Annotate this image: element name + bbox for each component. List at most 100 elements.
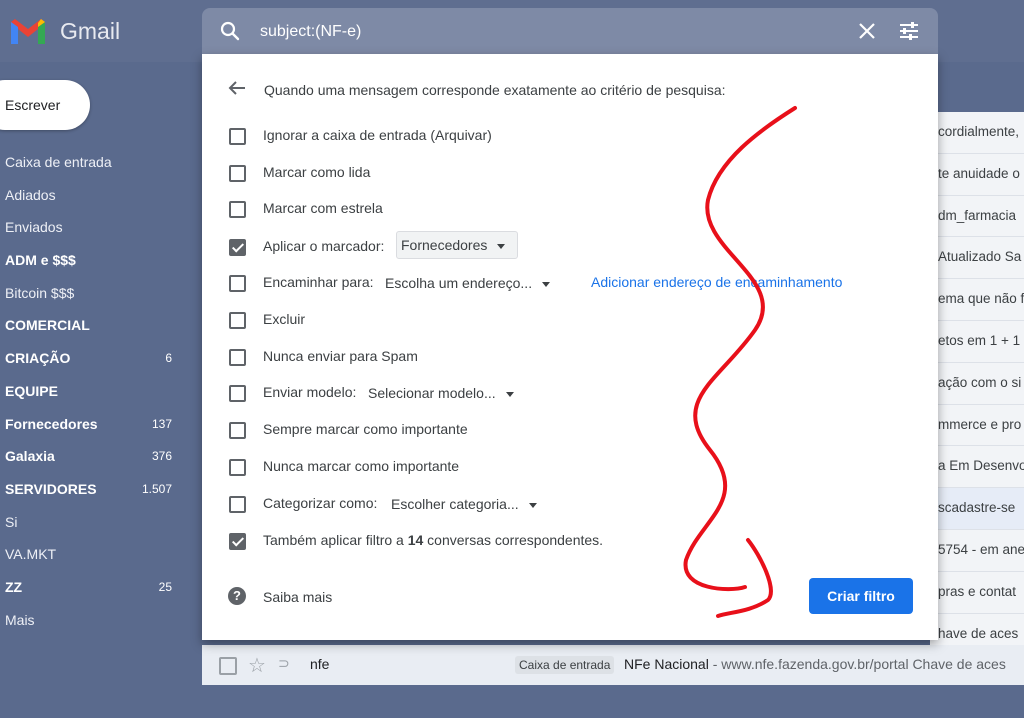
table-row[interactable]: cordialmente, bbox=[930, 112, 1024, 154]
sidebar-item[interactable]: VA.MKT bbox=[0, 538, 190, 571]
row-subject: NFe Nacional - www.nfe.fazenda.gov.br/po… bbox=[624, 656, 1006, 672]
sidebar-item[interactable]: ADM e $$$ bbox=[0, 244, 190, 277]
sidebar-item[interactable]: Bitcoin $$$ bbox=[0, 277, 190, 310]
table-row[interactable]: ema que não f bbox=[930, 279, 1024, 321]
create-filter-button[interactable]: Criar filtro bbox=[809, 578, 913, 614]
sidebar-item-label: Mais bbox=[5, 611, 35, 628]
row-label-badge[interactable]: Caixa de entrada bbox=[515, 656, 615, 674]
sidebar-item[interactable]: Mais bbox=[0, 604, 190, 637]
checkbox-never-important[interactable] bbox=[229, 459, 246, 476]
sidebar-item[interactable]: COMERCIAL bbox=[0, 309, 190, 342]
close-icon[interactable] bbox=[856, 20, 878, 42]
table-row[interactable]: ☆ ⊃ nfe Caixa de entrada NFe Nacional - … bbox=[202, 645, 1024, 685]
dropdown-arrow-icon bbox=[497, 243, 506, 249]
sidebar-item[interactable]: Si bbox=[0, 506, 190, 539]
row-snippet: - www.nfe.fazenda.gov.br/portal Chave de… bbox=[708, 656, 1006, 672]
option-archive-label: Ignorar a caixa de entrada (Arquivar) bbox=[263, 127, 492, 143]
sidebar-item[interactable]: EQUIPE bbox=[0, 375, 190, 408]
learn-more-link[interactable]: Saiba mais bbox=[263, 589, 332, 605]
star-icon[interactable]: ☆ bbox=[248, 653, 266, 678]
mail-list-background: cordialmente, te anuidade o dm_farmacia Atu… bbox=[930, 112, 1024, 652]
sidebar-item[interactable]: ZZ 25 bbox=[0, 571, 190, 604]
checkbox-archive[interactable] bbox=[229, 128, 246, 145]
checkbox-never-spam[interactable] bbox=[229, 349, 246, 366]
option-star-label: Marcar com estrela bbox=[263, 200, 383, 216]
filter-dialog: Quando uma mensagem corresponde exatamen… bbox=[202, 54, 938, 640]
sidebar-item[interactable]: Enviados bbox=[0, 211, 190, 244]
table-row[interactable]: 5754 - em ane bbox=[930, 530, 1024, 572]
sidebar-item-count: 1.507 bbox=[141, 481, 172, 496]
sidebar-item-label: Fornecedores bbox=[5, 415, 98, 432]
sidebar-item-label: EQUIPE bbox=[5, 382, 58, 399]
table-row[interactable]: dm_farmacia bbox=[930, 196, 1024, 238]
category-select-value: Escolher categoria... bbox=[391, 496, 519, 512]
template-select[interactable]: Selecionar modelo... bbox=[368, 382, 514, 404]
sidebar-item-label: CRIAÇÃO bbox=[5, 350, 71, 367]
sidebar-item[interactable]: Fornecedores 137 bbox=[0, 408, 190, 441]
checkbox-categorize[interactable] bbox=[229, 496, 246, 513]
gmail-logo-icon[interactable] bbox=[8, 14, 48, 48]
sidebar-item-count: 6 bbox=[165, 351, 172, 366]
option-also-apply-label: Também aplicar filtro a 14 conversas cor… bbox=[263, 532, 603, 548]
option-categorize-label: Categorizar como: bbox=[263, 495, 378, 511]
checkbox-star[interactable] bbox=[229, 201, 246, 218]
option-mark-read-label: Marcar como lida bbox=[263, 164, 371, 180]
filter-header-text: Quando uma mensagem corresponde exatamen… bbox=[264, 82, 726, 98]
sidebar-item-label: Enviados bbox=[5, 219, 63, 236]
sidebar-item-label: Adiados bbox=[5, 186, 56, 203]
dropdown-arrow-icon bbox=[505, 391, 514, 397]
option-send-template-label: Enviar modelo: bbox=[263, 384, 357, 400]
option-forward-label: Encaminhar para: bbox=[263, 274, 374, 290]
sidebar-item-count: 137 bbox=[151, 416, 172, 431]
sidebar-item-label: ZZ bbox=[5, 578, 23, 595]
table-row[interactable]: a Em Desenvo bbox=[930, 446, 1024, 489]
search-bar bbox=[202, 8, 938, 54]
table-row[interactable]: ação com o si bbox=[930, 363, 1024, 405]
sidebar-item-count: 25 bbox=[158, 579, 172, 594]
sidebar-item-label: Galaxia bbox=[5, 448, 55, 465]
checkbox-also-apply[interactable] bbox=[229, 533, 246, 550]
also-apply-prefix: Também aplicar filtro a bbox=[263, 532, 408, 548]
tune-icon[interactable] bbox=[898, 20, 920, 42]
row-checkbox[interactable] bbox=[219, 657, 237, 675]
arrow-back-icon[interactable] bbox=[228, 80, 246, 96]
sidebar-item-label: VA.MKT bbox=[5, 546, 57, 563]
importance-marker-icon[interactable]: ⊃ bbox=[278, 655, 290, 672]
also-apply-count: 14 bbox=[407, 532, 424, 548]
checkbox-apply-label[interactable] bbox=[229, 239, 246, 256]
forward-address-select[interactable]: Escolha um endereço... bbox=[385, 272, 551, 294]
dropdown-arrow-icon bbox=[542, 281, 551, 287]
sidebar-item-label: COMERCIAL bbox=[5, 317, 90, 334]
option-never-spam-label: Nunca enviar para Spam bbox=[263, 348, 418, 364]
compose-button[interactable]: Escrever bbox=[0, 80, 90, 130]
sidebar-nav: Caixa de entrada Adiados Enviados ADM e $$$… bbox=[0, 146, 190, 636]
add-forwarding-address-link[interactable]: Adicionar endereço de encaminhamento bbox=[591, 274, 842, 290]
checkbox-mark-read[interactable] bbox=[229, 165, 246, 182]
table-row[interactable]: te anuidade o bbox=[930, 154, 1024, 196]
sidebar-item[interactable]: Adiados bbox=[0, 179, 190, 212]
sidebar-item[interactable]: CRIAÇÃO 6 bbox=[0, 342, 190, 375]
label-select[interactable]: Fornecedores bbox=[396, 231, 519, 259]
table-row[interactable]: Atualizado Sa bbox=[930, 237, 1024, 280]
table-row[interactable]: pras e contat bbox=[930, 572, 1024, 614]
dropdown-arrow-icon bbox=[528, 502, 537, 508]
table-row[interactable]: etos em 1 + 1 bbox=[930, 321, 1024, 363]
search-input[interactable] bbox=[258, 19, 822, 45]
search-icon[interactable] bbox=[220, 21, 240, 41]
sidebar-item[interactable]: Galaxia 376 bbox=[0, 440, 190, 473]
forward-address-value: Escolha um endereço... bbox=[385, 275, 533, 291]
checkbox-delete[interactable] bbox=[229, 312, 246, 329]
table-row[interactable]: scadastre-se bbox=[930, 488, 1024, 530]
checkbox-forward[interactable] bbox=[229, 275, 246, 292]
help-icon[interactable]: ? bbox=[228, 587, 246, 605]
category-select[interactable]: Escolher categoria... bbox=[391, 493, 537, 515]
checkbox-always-important[interactable] bbox=[229, 422, 246, 439]
sidebar-item[interactable]: Caixa de entrada bbox=[0, 146, 190, 179]
sidebar-item-label: Si bbox=[5, 513, 18, 530]
sidebar-item-count: 376 bbox=[151, 449, 172, 464]
also-apply-suffix: conversas correspondentes. bbox=[423, 532, 604, 548]
checkbox-send-template[interactable] bbox=[229, 385, 246, 402]
template-select-value: Selecionar modelo... bbox=[368, 385, 496, 401]
sidebar-item[interactable]: SERVIDORES 1.507 bbox=[0, 473, 190, 506]
table-row[interactable]: mmerce e pro bbox=[930, 405, 1024, 447]
